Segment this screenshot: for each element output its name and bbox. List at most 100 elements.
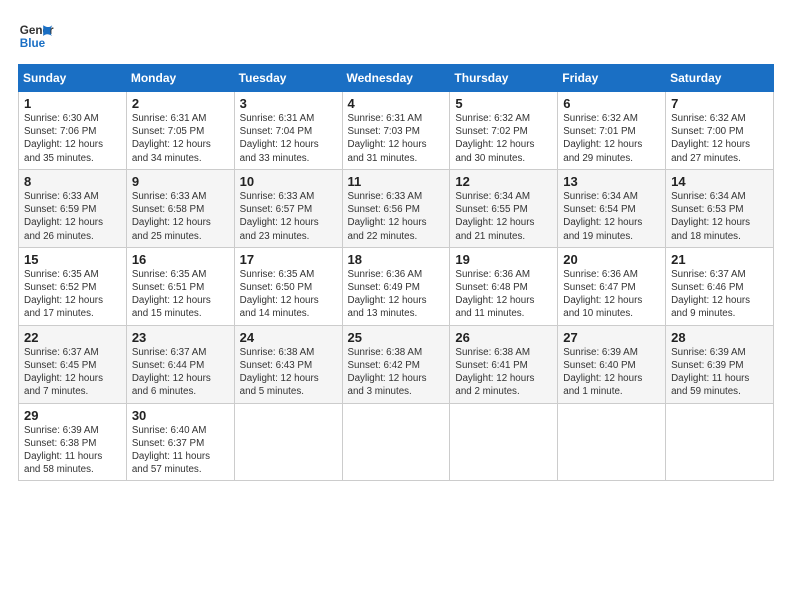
calendar-cell: 17 Sunrise: 6:35 AM Sunset: 6:50 PM Dayl… xyxy=(234,247,342,325)
day-info: Sunrise: 6:34 AM Sunset: 6:54 PM Dayligh… xyxy=(563,190,660,243)
calendar-cell: 6 Sunrise: 6:32 AM Sunset: 7:01 PM Dayli… xyxy=(558,92,666,170)
calendar-week-4: 22 Sunrise: 6:37 AM Sunset: 6:45 PM Dayl… xyxy=(19,325,774,403)
day-info: Sunrise: 6:38 AM Sunset: 6:41 PM Dayligh… xyxy=(455,346,552,399)
calendar-cell: 14 Sunrise: 6:34 AM Sunset: 6:53 PM Dayl… xyxy=(666,169,774,247)
day-info: Sunrise: 6:39 AM Sunset: 6:40 PM Dayligh… xyxy=(563,346,660,399)
day-info: Sunrise: 6:31 AM Sunset: 7:03 PM Dayligh… xyxy=(348,112,445,165)
day-number: 18 xyxy=(348,252,445,267)
day-number: 7 xyxy=(671,96,768,111)
calendar-cell: 12 Sunrise: 6:34 AM Sunset: 6:55 PM Dayl… xyxy=(450,169,558,247)
day-number: 8 xyxy=(24,174,121,189)
day-info: Sunrise: 6:36 AM Sunset: 6:47 PM Dayligh… xyxy=(563,268,660,321)
day-number: 14 xyxy=(671,174,768,189)
calendar-cell: 13 Sunrise: 6:34 AM Sunset: 6:54 PM Dayl… xyxy=(558,169,666,247)
day-number: 6 xyxy=(563,96,660,111)
day-header-thursday: Thursday xyxy=(450,65,558,92)
calendar-cell: 4 Sunrise: 6:31 AM Sunset: 7:03 PM Dayli… xyxy=(342,92,450,170)
day-number: 21 xyxy=(671,252,768,267)
day-info: Sunrise: 6:38 AM Sunset: 6:42 PM Dayligh… xyxy=(348,346,445,399)
day-number: 29 xyxy=(24,408,121,423)
calendar-cell xyxy=(234,403,342,481)
calendar-cell xyxy=(342,403,450,481)
day-number: 2 xyxy=(132,96,229,111)
day-number: 16 xyxy=(132,252,229,267)
calendar-cell xyxy=(558,403,666,481)
calendar-cell: 22 Sunrise: 6:37 AM Sunset: 6:45 PM Dayl… xyxy=(19,325,127,403)
calendar-cell xyxy=(666,403,774,481)
day-info: Sunrise: 6:33 AM Sunset: 6:58 PM Dayligh… xyxy=(132,190,229,243)
calendar-week-1: 1 Sunrise: 6:30 AM Sunset: 7:06 PM Dayli… xyxy=(19,92,774,170)
day-info: Sunrise: 6:38 AM Sunset: 6:43 PM Dayligh… xyxy=(240,346,337,399)
day-info: Sunrise: 6:37 AM Sunset: 6:44 PM Dayligh… xyxy=(132,346,229,399)
day-info: Sunrise: 6:32 AM Sunset: 7:02 PM Dayligh… xyxy=(455,112,552,165)
calendar-cell: 26 Sunrise: 6:38 AM Sunset: 6:41 PM Dayl… xyxy=(450,325,558,403)
calendar-cell: 10 Sunrise: 6:33 AM Sunset: 6:57 PM Dayl… xyxy=(234,169,342,247)
day-info: Sunrise: 6:31 AM Sunset: 7:05 PM Dayligh… xyxy=(132,112,229,165)
day-info: Sunrise: 6:39 AM Sunset: 6:38 PM Dayligh… xyxy=(24,424,121,477)
day-number: 25 xyxy=(348,330,445,345)
day-info: Sunrise: 6:35 AM Sunset: 6:51 PM Dayligh… xyxy=(132,268,229,321)
day-number: 4 xyxy=(348,96,445,111)
svg-text:Blue: Blue xyxy=(20,37,46,50)
day-info: Sunrise: 6:35 AM Sunset: 6:50 PM Dayligh… xyxy=(240,268,337,321)
day-number: 3 xyxy=(240,96,337,111)
calendar-cell: 8 Sunrise: 6:33 AM Sunset: 6:59 PM Dayli… xyxy=(19,169,127,247)
day-number: 13 xyxy=(563,174,660,189)
calendar-cell: 2 Sunrise: 6:31 AM Sunset: 7:05 PM Dayli… xyxy=(126,92,234,170)
calendar-cell: 15 Sunrise: 6:35 AM Sunset: 6:52 PM Dayl… xyxy=(19,247,127,325)
day-number: 15 xyxy=(24,252,121,267)
day-info: Sunrise: 6:33 AM Sunset: 6:57 PM Dayligh… xyxy=(240,190,337,243)
day-header-saturday: Saturday xyxy=(666,65,774,92)
calendar-week-3: 15 Sunrise: 6:35 AM Sunset: 6:52 PM Dayl… xyxy=(19,247,774,325)
day-info: Sunrise: 6:37 AM Sunset: 6:45 PM Dayligh… xyxy=(24,346,121,399)
calendar-week-5: 29 Sunrise: 6:39 AM Sunset: 6:38 PM Dayl… xyxy=(19,403,774,481)
calendar-cell: 30 Sunrise: 6:40 AM Sunset: 6:37 PM Dayl… xyxy=(126,403,234,481)
calendar-cell: 16 Sunrise: 6:35 AM Sunset: 6:51 PM Dayl… xyxy=(126,247,234,325)
page-container: General Blue SundayMondayTuesdayWednesda… xyxy=(0,0,792,491)
day-header-wednesday: Wednesday xyxy=(342,65,450,92)
day-number: 27 xyxy=(563,330,660,345)
calendar-cell xyxy=(450,403,558,481)
day-info: Sunrise: 6:36 AM Sunset: 6:48 PM Dayligh… xyxy=(455,268,552,321)
day-info: Sunrise: 6:37 AM Sunset: 6:46 PM Dayligh… xyxy=(671,268,768,321)
calendar-cell: 3 Sunrise: 6:31 AM Sunset: 7:04 PM Dayli… xyxy=(234,92,342,170)
calendar-cell: 29 Sunrise: 6:39 AM Sunset: 6:38 PM Dayl… xyxy=(19,403,127,481)
day-number: 19 xyxy=(455,252,552,267)
day-number: 11 xyxy=(348,174,445,189)
day-number: 10 xyxy=(240,174,337,189)
day-header-tuesday: Tuesday xyxy=(234,65,342,92)
day-info: Sunrise: 6:31 AM Sunset: 7:04 PM Dayligh… xyxy=(240,112,337,165)
day-header-friday: Friday xyxy=(558,65,666,92)
day-number: 5 xyxy=(455,96,552,111)
calendar-table: SundayMondayTuesdayWednesdayThursdayFrid… xyxy=(18,64,774,481)
calendar-cell: 23 Sunrise: 6:37 AM Sunset: 6:44 PM Dayl… xyxy=(126,325,234,403)
logo: General Blue xyxy=(18,18,54,54)
day-info: Sunrise: 6:34 AM Sunset: 6:53 PM Dayligh… xyxy=(671,190,768,243)
calendar-week-2: 8 Sunrise: 6:33 AM Sunset: 6:59 PM Dayli… xyxy=(19,169,774,247)
day-number: 28 xyxy=(671,330,768,345)
logo-icon: General Blue xyxy=(18,18,54,54)
calendar-cell: 7 Sunrise: 6:32 AM Sunset: 7:00 PM Dayli… xyxy=(666,92,774,170)
calendar-cell: 25 Sunrise: 6:38 AM Sunset: 6:42 PM Dayl… xyxy=(342,325,450,403)
day-number: 22 xyxy=(24,330,121,345)
calendar-cell: 20 Sunrise: 6:36 AM Sunset: 6:47 PM Dayl… xyxy=(558,247,666,325)
day-info: Sunrise: 6:34 AM Sunset: 6:55 PM Dayligh… xyxy=(455,190,552,243)
calendar-cell: 24 Sunrise: 6:38 AM Sunset: 6:43 PM Dayl… xyxy=(234,325,342,403)
calendar-cell: 27 Sunrise: 6:39 AM Sunset: 6:40 PM Dayl… xyxy=(558,325,666,403)
calendar-cell: 19 Sunrise: 6:36 AM Sunset: 6:48 PM Dayl… xyxy=(450,247,558,325)
calendar-cell: 11 Sunrise: 6:33 AM Sunset: 6:56 PM Dayl… xyxy=(342,169,450,247)
day-info: Sunrise: 6:32 AM Sunset: 7:01 PM Dayligh… xyxy=(563,112,660,165)
calendar-cell: 5 Sunrise: 6:32 AM Sunset: 7:02 PM Dayli… xyxy=(450,92,558,170)
day-header-monday: Monday xyxy=(126,65,234,92)
calendar-cell: 21 Sunrise: 6:37 AM Sunset: 6:46 PM Dayl… xyxy=(666,247,774,325)
day-info: Sunrise: 6:33 AM Sunset: 6:56 PM Dayligh… xyxy=(348,190,445,243)
day-info: Sunrise: 6:35 AM Sunset: 6:52 PM Dayligh… xyxy=(24,268,121,321)
day-number: 30 xyxy=(132,408,229,423)
day-info: Sunrise: 6:40 AM Sunset: 6:37 PM Dayligh… xyxy=(132,424,229,477)
calendar-cell: 18 Sunrise: 6:36 AM Sunset: 6:49 PM Dayl… xyxy=(342,247,450,325)
calendar-body: 1 Sunrise: 6:30 AM Sunset: 7:06 PM Dayli… xyxy=(19,92,774,481)
day-number: 12 xyxy=(455,174,552,189)
calendar-cell: 28 Sunrise: 6:39 AM Sunset: 6:39 PM Dayl… xyxy=(666,325,774,403)
day-number: 9 xyxy=(132,174,229,189)
day-number: 23 xyxy=(132,330,229,345)
